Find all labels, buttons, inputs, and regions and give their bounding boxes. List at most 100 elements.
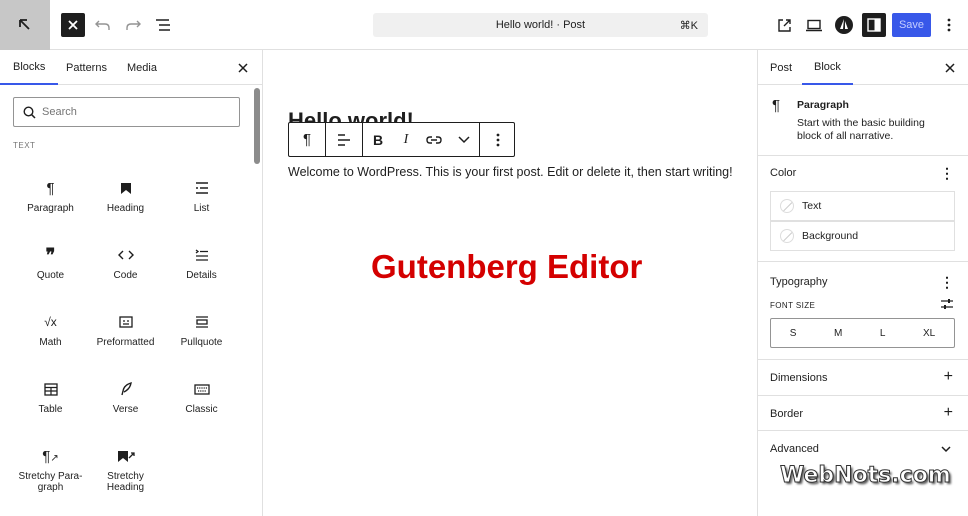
dimensions-heading: Dimensions xyxy=(770,372,828,384)
block-heading[interactable]: Heading xyxy=(88,178,163,214)
jetpack-logo-icon xyxy=(835,16,853,34)
settings-sidebar-toggle[interactable] xyxy=(862,13,886,37)
tab-block[interactable]: Block xyxy=(802,50,853,85)
tab-blocks[interactable]: Blocks xyxy=(0,50,59,85)
font-size-picker[interactable]: S M L XL xyxy=(770,318,955,348)
paragraph-icon: ¶ xyxy=(772,97,781,114)
sidebar-tabs: Post Block xyxy=(758,50,968,85)
bold-icon: B xyxy=(372,131,384,148)
undo-icon xyxy=(95,20,110,30)
block-table[interactable]: Table xyxy=(13,379,88,415)
font-size-m[interactable]: M xyxy=(834,328,842,339)
chevron-down-icon[interactable] xyxy=(941,446,951,453)
save-button[interactable]: Save xyxy=(892,13,931,37)
undo-button[interactable] xyxy=(91,13,115,37)
block-math[interactable]: √x Math xyxy=(13,312,88,348)
block-label: Heading xyxy=(106,203,145,214)
block-type-button[interactable]: ¶ xyxy=(289,123,325,156)
watermark-logo: WebNots.com xyxy=(780,463,952,489)
block-label: Details xyxy=(186,270,217,281)
block-card: ¶ Paragraph Start with the basic buildin… xyxy=(758,85,968,156)
more-vertical-icon xyxy=(947,18,951,32)
color-option-label: Text xyxy=(802,200,822,212)
align-button[interactable] xyxy=(326,123,362,156)
plus-icon[interactable]: + xyxy=(944,405,953,421)
close-panel-button[interactable] xyxy=(238,50,248,85)
color-text-option[interactable]: Text xyxy=(770,191,955,221)
top-toolbar: Hello world! · Post ⌘K Save xyxy=(0,0,968,50)
paragraph-block[interactable]: Welcome to WordPress. This is your first… xyxy=(288,165,733,179)
color-heading: Color xyxy=(770,167,797,179)
toolbar-group-align xyxy=(326,123,363,156)
panel-scrollbar[interactable] xyxy=(254,88,260,164)
document-overview-button[interactable] xyxy=(151,13,175,37)
advanced-panel[interactable]: Advanced xyxy=(758,431,968,467)
block-preformatted[interactable]: Preformatted xyxy=(88,312,163,348)
view-post-button[interactable] xyxy=(772,13,796,37)
bold-button[interactable]: B xyxy=(363,123,393,156)
block-options-button[interactable] xyxy=(480,123,515,156)
block-list[interactable]: List xyxy=(164,178,239,214)
back-arrow-button[interactable] xyxy=(0,0,50,50)
math-icon: √x xyxy=(44,315,57,329)
advanced-heading: Advanced xyxy=(770,443,819,455)
classic-icon xyxy=(164,379,239,399)
preview-button[interactable] xyxy=(802,13,826,37)
quote-icon: ❞ xyxy=(45,244,56,265)
italic-icon: I xyxy=(403,131,409,147)
settings-sliders-icon[interactable] xyxy=(941,298,953,310)
font-size-xl[interactable]: XL xyxy=(923,328,935,339)
typography-heading: Typography xyxy=(770,276,828,288)
document-title-bar[interactable]: Hello world! · Post ⌘K xyxy=(373,13,708,37)
color-background-option[interactable]: Background xyxy=(770,221,955,251)
more-formats-button[interactable] xyxy=(449,123,479,156)
preformatted-icon xyxy=(88,312,163,332)
redo-button[interactable] xyxy=(121,13,145,37)
block-classic[interactable]: Classic xyxy=(164,379,239,415)
font-size-l[interactable]: L xyxy=(880,328,886,339)
table-icon xyxy=(13,379,88,399)
editor-canvas[interactable]: Hello world! ¶ B I Welcome to WordPress.… xyxy=(263,50,757,516)
link-button[interactable] xyxy=(419,123,449,156)
block-search-input[interactable]: Search xyxy=(13,97,240,127)
chevron-down-icon xyxy=(458,135,470,143)
block-stretchy-heading[interactable]: Stretchy Heading xyxy=(88,446,163,493)
close-icon xyxy=(945,62,955,73)
block-label: Math xyxy=(39,337,62,348)
plus-icon[interactable]: + xyxy=(944,369,953,385)
toolbar-group-format: B I xyxy=(363,123,480,156)
tab-media[interactable]: Media xyxy=(127,50,157,85)
tab-patterns[interactable]: Patterns xyxy=(66,50,107,85)
block-label: Classic xyxy=(185,404,218,415)
block-toolbar: ¶ B I xyxy=(288,122,515,157)
typography-options-button[interactable]: ⋮ xyxy=(940,275,954,289)
block-pullquote[interactable]: Pullquote xyxy=(164,312,239,348)
jetpack-button[interactable] xyxy=(832,13,856,37)
options-menu-button[interactable] xyxy=(937,13,961,37)
pullquote-icon xyxy=(164,312,239,332)
block-quote[interactable]: ❞ Quote xyxy=(13,244,88,282)
font-size-s[interactable]: S xyxy=(790,328,797,339)
block-label: Table xyxy=(38,404,63,415)
border-panel[interactable]: Border + xyxy=(758,396,968,431)
code-icon xyxy=(88,245,163,265)
tab-post[interactable]: Post xyxy=(770,50,792,85)
italic-button[interactable]: I xyxy=(393,123,419,156)
block-inserter-panel: Blocks Patterns Media Search TEXT ¶ Para… xyxy=(0,50,263,516)
toolbar-group-block: ¶ xyxy=(289,123,326,156)
block-label: Code xyxy=(113,270,138,281)
block-verse[interactable]: Verse xyxy=(88,379,163,415)
block-label: Paragraph xyxy=(27,203,74,214)
stretchy-paragraph-icon: ¶↗ xyxy=(42,447,59,465)
block-stretchy-paragraph[interactable]: ¶↗ Stretchy Para- graph xyxy=(13,446,88,494)
dimensions-panel[interactable]: Dimensions + xyxy=(758,360,968,396)
close-icon xyxy=(238,62,248,73)
color-options-button[interactable]: ⋮ xyxy=(940,166,954,180)
close-sidebar-button[interactable] xyxy=(945,50,955,85)
block-code[interactable]: Code xyxy=(88,245,163,281)
link-icon xyxy=(426,135,442,144)
block-paragraph[interactable]: ¶ Paragraph xyxy=(13,178,88,215)
close-inserter-button[interactable] xyxy=(61,13,85,37)
block-details[interactable]: Details xyxy=(164,245,239,281)
external-link-icon xyxy=(777,18,791,32)
